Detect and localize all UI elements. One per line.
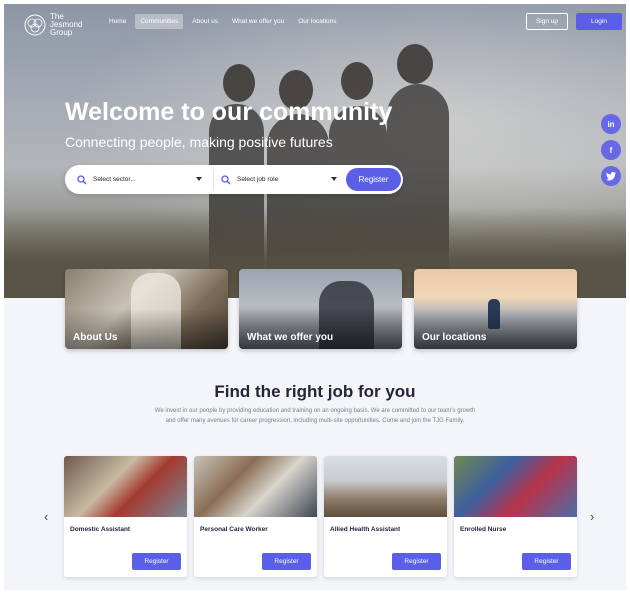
our-locations-card-label: Our locations (422, 332, 487, 343)
job-card-allied-health-assistant[interactable]: Allied Health Assistant Register (324, 456, 447, 577)
job-role-select[interactable]: Select job role (221, 165, 345, 194)
our-locations-card[interactable]: Our locations (414, 269, 577, 349)
search-icon (221, 174, 231, 184)
nav-home[interactable]: Home (104, 14, 131, 29)
hero-title: Welcome to our community (65, 98, 393, 126)
job-photo (454, 456, 577, 517)
top-navigation: The Jesmond Group Home Communities About… (4, 4, 626, 44)
nav-what-we-offer[interactable]: What we offer you (227, 14, 289, 29)
carousel-prev-icon[interactable]: ‹ (44, 509, 48, 524)
nav-communities[interactable]: Communities (135, 14, 184, 29)
job-register-button[interactable]: Register (132, 553, 181, 570)
page-frame: The Jesmond Group Home Communities About… (4, 4, 626, 590)
search-divider (213, 170, 214, 189)
about-us-card[interactable]: About Us (65, 269, 228, 349)
hero-register-button[interactable]: Register (346, 168, 401, 191)
twitter-icon[interactable] (601, 166, 621, 186)
hero-section: The Jesmond Group Home Communities About… (4, 4, 626, 298)
job-register-button[interactable]: Register (392, 553, 441, 570)
job-role-select-value: Select job role (237, 176, 279, 183)
main-nav: Home Communities About us What we offer … (104, 14, 342, 29)
job-search-bar: Select sector... Select job role Registe… (65, 165, 403, 194)
company-logo[interactable]: The Jesmond Group (24, 12, 94, 38)
job-photo (194, 456, 317, 517)
nav-about-us[interactable]: About us (187, 14, 223, 29)
logo-text: The Jesmond Group (50, 12, 83, 37)
facebook-icon[interactable]: f (601, 140, 621, 160)
job-card-domestic-assistant[interactable]: Domestic Assistant Register (64, 456, 187, 577)
job-title: Allied Health Assistant (330, 526, 401, 533)
job-register-button[interactable]: Register (262, 553, 311, 570)
chevron-down-icon[interactable] (196, 177, 202, 181)
job-title: Personal Care Worker (200, 526, 268, 533)
job-photo (324, 456, 447, 517)
hero-person-head (397, 44, 433, 84)
job-card-personal-care-worker[interactable]: Personal Care Worker Register (194, 456, 317, 577)
hero-person-head (341, 62, 373, 100)
about-us-card-label: About Us (73, 332, 118, 343)
hero-person-head (223, 64, 255, 102)
job-register-button[interactable]: Register (522, 553, 571, 570)
sign-up-button[interactable]: Sign up (526, 13, 568, 30)
nav-our-locations[interactable]: Our locations (293, 14, 341, 29)
login-button[interactable]: Login (576, 13, 622, 30)
job-photo (64, 456, 187, 517)
sector-select-value: Select sector... (93, 176, 136, 183)
job-title: Domestic Assistant (70, 526, 131, 533)
job-title: Enrolled Nurse (460, 526, 507, 533)
sector-select[interactable]: Select sector... (77, 165, 207, 194)
find-job-title: Find the right job for you (214, 382, 416, 401)
what-we-offer-card[interactable]: What we offer you (239, 269, 402, 349)
twitter-bird-icon (606, 171, 616, 180)
logo-mark-icon (24, 14, 46, 36)
what-we-offer-card-label: What we offer you (247, 332, 334, 343)
chevron-down-icon[interactable] (331, 177, 337, 181)
linkedin-icon[interactable]: in (601, 114, 621, 134)
hero-subtitle: Connecting people, making positive futur… (65, 134, 333, 150)
search-icon (77, 174, 87, 184)
job-card-enrolled-nurse[interactable]: Enrolled Nurse Register (454, 456, 577, 577)
carousel-next-icon[interactable]: › (590, 509, 594, 524)
find-job-description: We invest in our people by providing edu… (154, 408, 476, 424)
